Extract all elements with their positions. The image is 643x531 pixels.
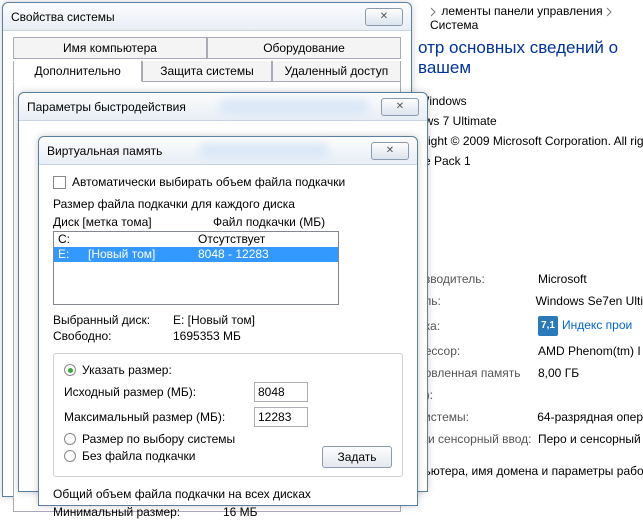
manufacturer-label: изводитель: (418, 272, 538, 286)
close-icon: ✕ (396, 101, 404, 112)
window-title: Свойства системы (11, 10, 365, 24)
virtual-memory-titlebar[interactable]: Виртуальная память ✕ (39, 137, 417, 165)
drive-volume (88, 232, 198, 247)
model-label: ель: (418, 294, 536, 308)
windows-edition-value: ows 7 Ultimate (418, 114, 643, 128)
radio-system-managed-label: Размер по выбору системы (82, 432, 235, 446)
tab-computer-name[interactable]: Имя компьютера (13, 37, 207, 59)
processor-value: AMD Phenom(tm) I (538, 344, 641, 358)
pen-touch-label: о и сенсорный ввод: (418, 432, 538, 446)
radio-system-managed[interactable] (64, 433, 76, 445)
selected-drive-value: E: [Новый том] (173, 313, 255, 327)
computer-name-footer: пьютера, имя домена и параметры рабо (418, 464, 643, 478)
auto-manage-checkbox[interactable] (53, 176, 66, 189)
close-button[interactable]: ✕ (381, 98, 419, 116)
maximum-size-label: Максимальный размер (МБ): (64, 410, 254, 424)
auto-manage-label: Автоматически выбирать объем файла подка… (72, 175, 345, 189)
drive-letter: E: (58, 247, 88, 262)
virtual-memory-window: Виртуальная память ✕ Автоматически выбир… (38, 136, 418, 506)
system-type-value: 64-разрядная опер (537, 410, 643, 424)
breadcrumb[interactable]: лементы панели управления Система (430, 4, 643, 32)
drive-paging: 8048 - 12283 (198, 247, 334, 262)
drive-row-e[interactable]: E: [Новый том] 8048 - 12283 (54, 247, 338, 262)
service-pack-text: ce Pack 1 (418, 154, 643, 168)
manufacturer-value: Microsoft (538, 272, 587, 286)
set-button[interactable]: Задать (322, 446, 392, 468)
performance-options-titlebar[interactable]: Параметры быстродействия ✕ (19, 93, 427, 121)
processor-label: цессор: (418, 344, 538, 358)
size-options-group: Указать размер: Исходный размер (МБ): Ма… (53, 353, 403, 477)
blurred-region (219, 99, 369, 115)
column-disk: Диск [метка тома] (53, 215, 213, 229)
drive-list[interactable]: C: Отсутствует E: [Новый том] 8048 - 122… (53, 231, 339, 305)
tab-hardware[interactable]: Оборудование (207, 37, 401, 59)
breadcrumb-item[interactable]: Система (430, 18, 478, 32)
drive-volume: [Новый том] (88, 247, 198, 262)
chevron-right-icon (606, 7, 614, 17)
radio-custom-size-label: Указать размер: (82, 363, 172, 377)
rating-label: нка: (418, 319, 538, 333)
pen-touch-value: Перо и сенсорный (538, 432, 641, 446)
per-drive-label: Размер файла подкачки для каждого диска (53, 197, 403, 211)
system-properties-titlebar[interactable]: Свойства системы ✕ (3, 3, 411, 31)
drive-row-c[interactable]: C: Отсутствует (54, 232, 338, 247)
close-icon: ✕ (386, 145, 394, 156)
free-space-value: 1695353 МБ (173, 329, 241, 343)
minimum-allowed-value: 16 МБ (223, 505, 258, 519)
minimum-allowed-label: Минимальный размер: (53, 505, 223, 519)
close-button[interactable]: ✕ (365, 8, 403, 26)
tab-row-top: Имя компьютера Оборудование (13, 37, 401, 59)
radio-no-paging-file-label: Без файла подкачки (82, 449, 195, 463)
system-info-panel: отр основных сведений о вашем Windows ow… (410, 0, 643, 506)
initial-size-label: Исходный размер (МБ): (64, 385, 254, 399)
breadcrumb-item[interactable]: лементы панели управления (441, 4, 602, 18)
system-type-label: системы: (418, 410, 537, 424)
tab-row-bottom: Дополнительно Защита системы Удаленный д… (13, 61, 401, 82)
maximum-size-input[interactable] (254, 407, 308, 427)
drive-letter: C: (58, 232, 88, 247)
column-paging-file: Файл подкачки (МБ) (213, 215, 325, 229)
total-paging-label: Общий объем файла подкачки на всех диска… (53, 487, 403, 501)
model-value: Windows Se7en Ulti (536, 294, 643, 308)
ram-label: новленная память (418, 366, 538, 380)
ram-value: 8,00 ГБ (538, 366, 579, 380)
system-info-heading: отр основных сведений о вашем (418, 38, 643, 78)
radio-no-paging-file[interactable] (64, 450, 76, 462)
free-space-label: Свободно: (53, 329, 173, 343)
ram-hint: У): (418, 388, 538, 402)
drive-paging: Отсутствует (198, 232, 334, 247)
system-spec-table: изводитель:Microsoft ель:Windows Se7en U… (418, 272, 643, 446)
close-button[interactable]: ✕ (371, 142, 409, 160)
tab-advanced[interactable]: Дополнительно (13, 61, 142, 82)
tab-system-protection[interactable]: Защита системы (142, 61, 271, 82)
rating-badge: 7,1 (538, 316, 558, 336)
chevron-right-icon (430, 7, 438, 17)
close-icon: ✕ (380, 11, 388, 22)
radio-custom-size[interactable] (64, 364, 76, 376)
copyright-text: yright © 2009 Microsoft Corporation. All… (418, 134, 643, 148)
initial-size-input[interactable] (254, 382, 308, 402)
experience-index-link[interactable]: Индекс прои (562, 318, 632, 332)
blurred-region (199, 143, 329, 159)
tab-remote[interactable]: Удаленный доступ (272, 61, 401, 82)
selected-drive-label: Выбранный диск: (53, 313, 173, 327)
windows-edition-label: Windows (418, 94, 643, 108)
